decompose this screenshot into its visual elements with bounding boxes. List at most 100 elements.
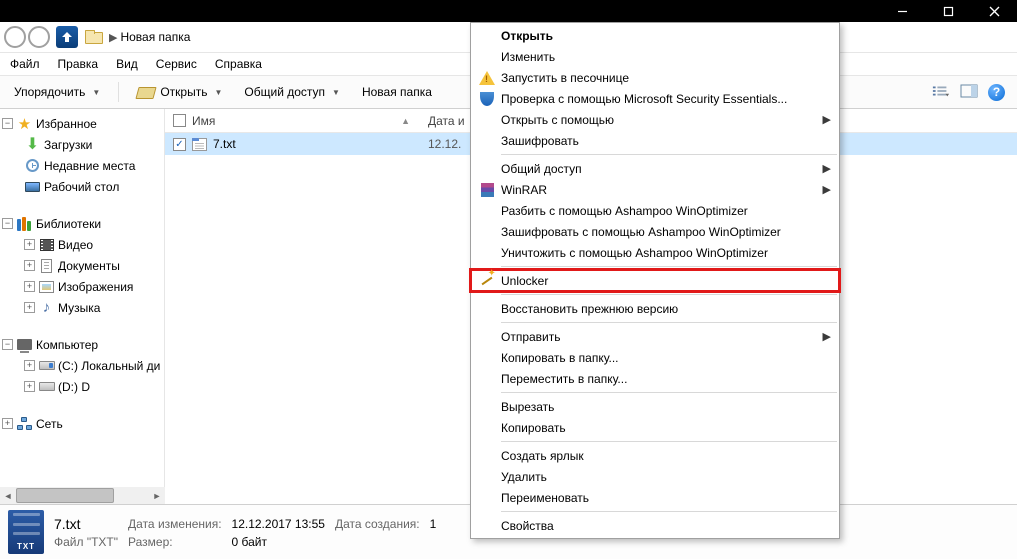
maximize-button[interactable]	[925, 0, 971, 22]
tree-computer[interactable]: − Компьютер	[0, 334, 164, 355]
ctx-shortcut[interactable]: Создать ярлык	[471, 445, 839, 466]
tree-documents[interactable]: + Документы	[0, 255, 164, 276]
expand-icon[interactable]: +	[2, 418, 13, 429]
file-name: 7.txt	[213, 137, 236, 151]
ctx-rename[interactable]: Переименовать	[471, 487, 839, 508]
tree-pictures[interactable]: + Изображения	[0, 276, 164, 297]
window-titlebar	[0, 0, 1017, 22]
scroll-right-icon[interactable]: ►	[149, 491, 165, 501]
share-label: Общий доступ	[244, 85, 325, 99]
menu-edit[interactable]: Правка	[58, 57, 99, 71]
menu-file[interactable]: Файл	[10, 57, 40, 71]
ctx-send-to[interactable]: Отправить▶	[471, 326, 839, 347]
ctx-ashampoo-encrypt[interactable]: Зашифровать с помощью Ashampoo WinOptimi…	[471, 221, 839, 242]
tree-libraries[interactable]: − Библиотеки	[0, 213, 164, 234]
menu-view[interactable]: Вид	[116, 57, 138, 71]
scroll-left-icon[interactable]: ◄	[0, 491, 16, 501]
tree-desktop[interactable]: Рабочий стол	[0, 176, 164, 197]
expand-icon[interactable]: +	[24, 381, 35, 392]
drive-icon	[38, 358, 55, 373]
tree-music[interactable]: + ♪ Музыка	[0, 297, 164, 318]
tree-label: Музыка	[58, 301, 100, 315]
minimize-button[interactable]	[879, 0, 925, 22]
ctx-restore[interactable]: Восстановить прежнюю версию	[471, 298, 839, 319]
document-icon	[38, 258, 55, 273]
breadcrumb-separator-icon: ▶	[109, 31, 117, 44]
close-button[interactable]	[971, 0, 1017, 22]
tree-video[interactable]: + Видео	[0, 234, 164, 255]
ctx-winrar[interactable]: WinRAR▶	[471, 179, 839, 200]
tree-label: Загрузки	[44, 138, 92, 152]
submenu-arrow-icon: ▶	[823, 330, 831, 343]
nav-back-button[interactable]	[4, 26, 26, 48]
ctx-sandbox[interactable]: Запустить в песочнице	[471, 67, 839, 88]
navigation-tree: − ★ Избранное ⬇ Загрузки Недавние места …	[0, 109, 165, 504]
ctx-edit[interactable]: Изменить	[471, 46, 839, 67]
tree-scrollbar[interactable]: ◄ ►	[0, 487, 165, 504]
tree-label: (C:) Локальный ди	[58, 359, 160, 373]
view-options-button[interactable]	[932, 84, 950, 101]
details-created-label: Дата создания:	[335, 517, 420, 531]
column-label: Имя	[192, 114, 215, 128]
submenu-arrow-icon: ▶	[823, 162, 831, 175]
ctx-open[interactable]: Открыть	[471, 25, 839, 46]
ctx-unlocker[interactable]: Unlocker	[471, 270, 839, 291]
tree-network[interactable]: + Сеть	[0, 413, 164, 434]
tree-label: Сеть	[36, 417, 63, 431]
organize-button[interactable]: Упорядочить ▼	[6, 83, 108, 101]
tree-label: Избранное	[36, 117, 97, 131]
tree-label: Библиотеки	[36, 217, 101, 231]
tree-label: Рабочий стол	[44, 180, 119, 194]
ctx-sharing[interactable]: Общий доступ▶	[471, 158, 839, 179]
ctx-copy[interactable]: Копировать	[471, 417, 839, 438]
ctx-mse-scan[interactable]: Проверка с помощью Microsoft Security Es…	[471, 88, 839, 109]
ctx-ashampoo-shred[interactable]: Уничтожить с помощью Ashampoo WinOptimiz…	[471, 242, 839, 263]
ctx-properties[interactable]: Свойства	[471, 515, 839, 536]
row-checkbox[interactable]: ✓	[173, 138, 186, 151]
open-button[interactable]: Открыть ▼	[129, 83, 230, 101]
explorer-app-icon	[56, 26, 78, 48]
collapse-icon[interactable]: −	[2, 339, 13, 350]
tree-drive-d[interactable]: + (D:) D	[0, 376, 164, 397]
clock-icon	[24, 158, 41, 173]
scroll-thumb[interactable]	[16, 488, 114, 503]
preview-pane-button[interactable]	[960, 84, 978, 101]
ctx-copy-to[interactable]: Копировать в папку...	[471, 347, 839, 368]
expand-icon[interactable]: +	[24, 239, 35, 250]
menu-service[interactable]: Сервис	[156, 57, 197, 71]
ctx-encrypt[interactable]: Зашифровать	[471, 130, 839, 151]
ctx-separator	[501, 154, 837, 155]
context-menu: Открыть Изменить Запустить в песочнице П…	[470, 22, 840, 539]
breadcrumb-location[interactable]: Новая папка	[120, 30, 190, 44]
expand-icon[interactable]: +	[24, 260, 35, 271]
tree-drive-c[interactable]: + (C:) Локальный ди	[0, 355, 164, 376]
expand-icon[interactable]: +	[24, 302, 35, 313]
tree-downloads[interactable]: ⬇ Загрузки	[0, 134, 164, 155]
help-button[interactable]: ?	[988, 84, 1005, 101]
column-label: Дата и	[428, 114, 465, 128]
expand-icon[interactable]: +	[24, 281, 35, 292]
tree-label: (D:) D	[58, 380, 90, 394]
nav-forward-button[interactable]	[28, 26, 50, 48]
ctx-separator	[501, 322, 837, 323]
star-icon: ★	[16, 116, 33, 131]
new-folder-button[interactable]: Новая папка	[354, 83, 440, 101]
organize-label: Упорядочить	[14, 85, 85, 99]
expand-icon[interactable]: +	[24, 360, 35, 371]
tree-recent[interactable]: Недавние места	[0, 155, 164, 176]
ctx-delete[interactable]: Удалить	[471, 466, 839, 487]
select-all-checkbox[interactable]	[173, 114, 186, 127]
tree-favorites[interactable]: − ★ Избранное	[0, 113, 164, 134]
collapse-icon[interactable]: −	[2, 218, 13, 229]
sort-ascending-icon: ▲	[401, 116, 410, 126]
menu-help[interactable]: Справка	[215, 57, 262, 71]
column-name[interactable]: Имя ▲	[173, 114, 428, 128]
ctx-move-to[interactable]: Переместить в папку...	[471, 368, 839, 389]
ctx-ashampoo-split[interactable]: Разбить с помощью Ashampoo WinOptimizer	[471, 200, 839, 221]
collapse-icon[interactable]: −	[2, 118, 13, 129]
ctx-open-with[interactable]: Открыть с помощью▶	[471, 109, 839, 130]
ctx-cut[interactable]: Вырезать	[471, 396, 839, 417]
sandboxie-icon	[473, 71, 501, 85]
details-mod-value: 12.12.2017 13:55	[232, 517, 325, 531]
share-button[interactable]: Общий доступ ▼	[236, 83, 348, 101]
